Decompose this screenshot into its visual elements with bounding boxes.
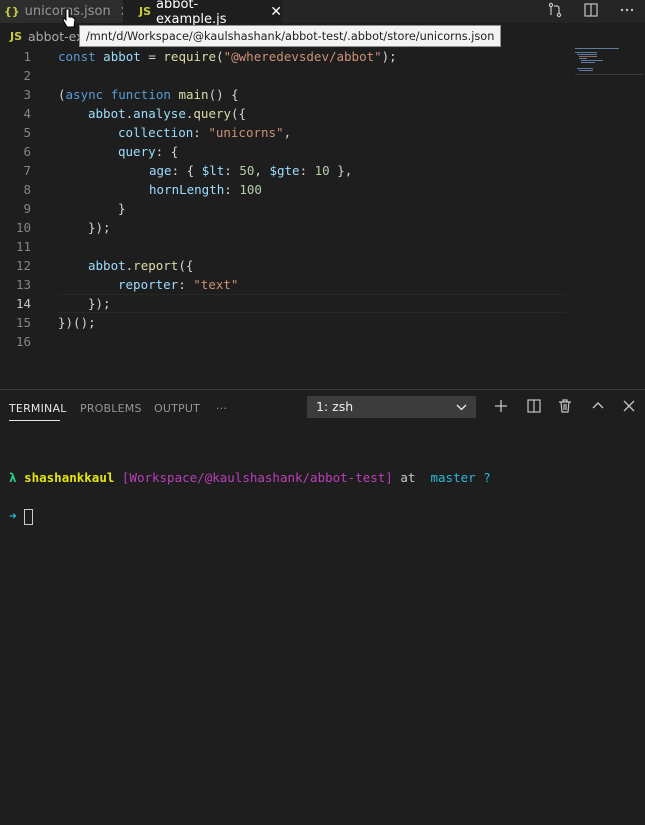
line-number: 6 — [23, 144, 31, 159]
json-file-icon: {} — [4, 5, 20, 18]
line-number: 9 — [23, 201, 31, 216]
code-line: query: { — [118, 144, 179, 159]
code-line: hornLength: 100 — [149, 182, 262, 197]
code-line: abbot.analyse.query({ — [88, 106, 247, 121]
minimap-line — [581, 60, 603, 61]
split-editor-icon[interactable] — [583, 2, 599, 22]
terminal-cursor — [24, 508, 34, 525]
minimap-line — [577, 68, 593, 69]
minimap-line — [577, 54, 597, 55]
line-number: 7 — [23, 163, 31, 178]
minimap-line — [579, 56, 597, 57]
code-line: reporter: "text" — [118, 277, 239, 292]
line-number: 5 — [23, 125, 31, 140]
breadcrumb-label[interactable]: abbot-ex — [28, 29, 83, 44]
chevron-down-icon — [456, 396, 467, 426]
plus-icon[interactable] — [493, 398, 509, 418]
split-terminal-icon[interactable] — [526, 398, 542, 418]
chevron-up-icon[interactable] — [590, 398, 606, 418]
minimap-line — [579, 70, 593, 71]
code-line: }); — [88, 220, 111, 235]
js-file-icon: JS — [139, 5, 152, 18]
line-number: 8 — [23, 182, 31, 197]
line-number: 16 — [15, 334, 31, 349]
editor-tab-bar: {} unicorns.json ✕ JS abbot-example.js ✕ — [0, 0, 645, 27]
code-editor[interactable]: 1 2 3 4 5 6 7 8 9 10 11 12 13 14 15 16 c… — [0, 47, 645, 389]
file-path-tooltip: /mnt/d/Workspace/@kaulshashank/abbot-tes… — [79, 25, 502, 47]
input-line: ➜ — [9, 506, 491, 525]
code-line: age: { $lt: 50, $gte: 10 }, — [149, 163, 353, 178]
line-number: 2 — [23, 68, 31, 83]
prompt-line: λ shashankkaul [Workspace/@kaulshashank/… — [9, 470, 491, 485]
terminal-select[interactable]: 1: zsh — [307, 396, 476, 418]
code-line: collection: "unicorns", — [118, 125, 292, 140]
terminal-output[interactable]: λ shashankkaul [Workspace/@kaulshashank/… — [9, 449, 491, 544]
line-number-current: 14 — [15, 296, 31, 311]
prompt-arrow-icon: ➜ — [9, 508, 17, 523]
line-number: 3 — [23, 87, 31, 102]
minimap-line — [581, 62, 595, 63]
active-tab-underline — [9, 420, 60, 421]
minimap-viewport — [575, 74, 643, 75]
code-line: const abbot = require("@wheredevsdev/abb… — [58, 49, 397, 64]
code-line: (async function main() { — [58, 87, 239, 102]
terminal-select-value: 1: zsh — [316, 399, 354, 414]
panel-header: TERMINAL PROBLEMS OUTPUT ··· 1: zsh — [0, 390, 645, 425]
code-line: } — [118, 201, 126, 216]
line-number: 12 — [15, 258, 31, 273]
open-changes-icon[interactable] — [547, 2, 563, 22]
minimap[interactable] — [573, 47, 645, 87]
trash-icon[interactable] — [557, 398, 573, 418]
current-line-highlight — [58, 294, 566, 313]
line-number: 4 — [23, 106, 31, 121]
js-file-icon: JS — [10, 29, 23, 43]
tab-terminal[interactable]: TERMINAL — [9, 402, 67, 415]
line-number: 13 — [15, 277, 31, 292]
close-icon[interactable] — [621, 398, 637, 418]
close-icon[interactable]: ✕ — [270, 4, 282, 20]
more-tabs-icon[interactable]: ··· — [216, 402, 227, 415]
hand-pointer-icon — [62, 8, 76, 28]
line-number: 11 — [15, 239, 31, 254]
minimap-line — [575, 52, 597, 53]
line-number: 15 — [15, 315, 31, 330]
tab-label: abbot-example.js — [156, 0, 227, 27]
tab-problems[interactable]: PROBLEMS — [80, 402, 142, 415]
minimap-line — [579, 58, 587, 59]
tab-abbot-example-js[interactable]: JS abbot-example.js ✕ — [123, 0, 282, 27]
minimap-line — [575, 48, 619, 49]
more-actions-icon[interactable] — [619, 2, 635, 22]
code-line: })(); — [58, 315, 96, 330]
code-line: }); — [88, 296, 111, 311]
editor-actions — [537, 0, 645, 23]
line-number: 1 — [23, 49, 31, 64]
line-number: 10 — [15, 220, 31, 235]
tab-output[interactable]: OUTPUT — [154, 402, 200, 415]
code-line: abbot.report({ — [88, 258, 194, 273]
